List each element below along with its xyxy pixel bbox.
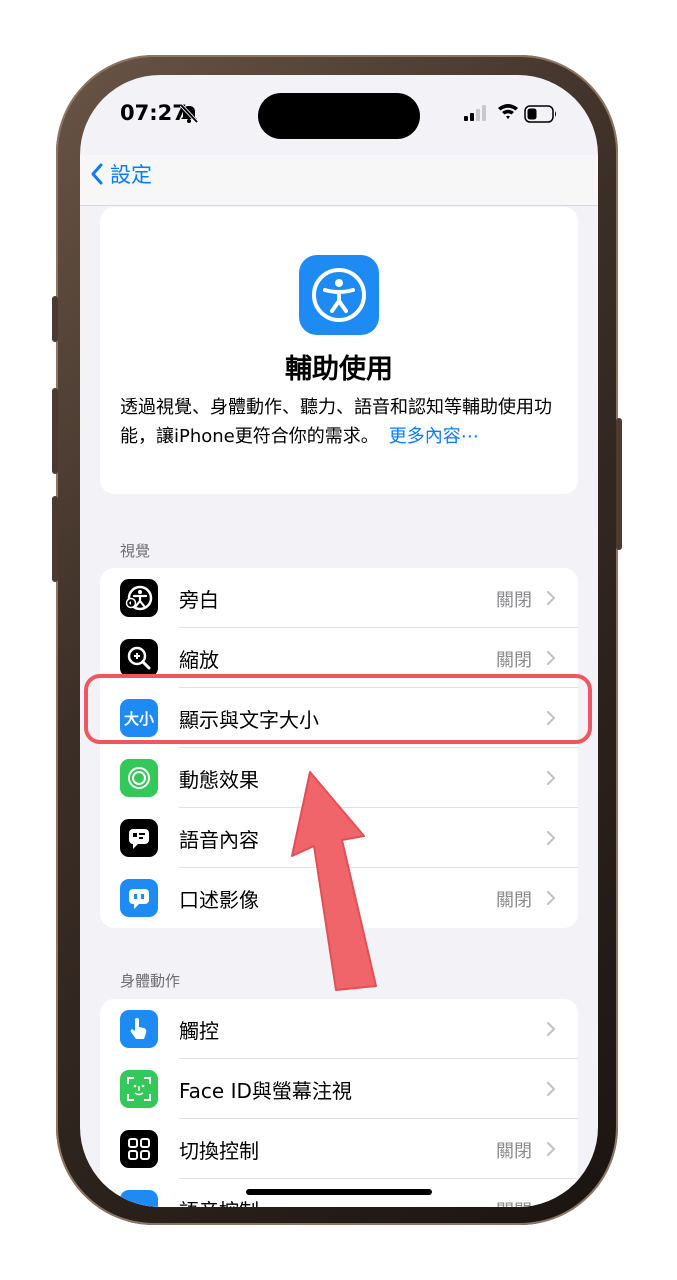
power-button [616,418,622,550]
chevron-right-icon [546,830,556,846]
cellular-signal-icon [464,105,486,121]
row-value: 關閉 [496,590,532,611]
chevron-right-icon [546,1201,554,1207]
action-button [52,296,58,342]
accessibility-hero-card: 輔助使用 透過視覺、身體動作、聽力、語音和認知等輔助使用功能，讓iPhone更符… [100,207,578,494]
row-label: 動態效果 [179,768,259,792]
page-title: 輔助使用 [285,354,393,385]
row-label: 語音控制 [179,1195,259,1207]
physical-group: 觸控 Face ID與螢幕注視 切換控制 關閉 語音控制 關閉 [100,999,578,1207]
chevron-right-icon [546,1021,556,1037]
row-label: 語音內容 [179,828,259,852]
spoken-content-icon [120,819,158,857]
status-time: 07:27 [120,101,187,125]
row-value: 關閉 [496,650,532,671]
hero-description: 透過視覺、身體動作、聽力、語音和認知等輔助使用功能，讓iPhone更符合你的需求… [120,393,564,451]
wifi-icon [498,104,518,119]
volume-down-button [52,496,58,582]
touch-hand-icon [120,1010,158,1048]
row-label: 觸控 [179,1019,219,1043]
voice-control-icon [120,1190,158,1207]
home-indicator [246,1189,432,1195]
volume-up-button [52,388,58,474]
row-value: 關閉 [496,890,532,911]
chevron-right-icon [546,890,556,906]
arrow-pointer-icon [291,771,377,991]
navigation-bar: 設定 [80,155,598,206]
switch-control-icon [120,1130,158,1168]
section-header-vision: 視覺 [120,542,151,560]
chevron-right-icon [546,590,556,606]
motion-icon [120,759,158,797]
chevron-right-icon [546,1141,556,1157]
row-label: 口述影像 [179,888,259,912]
row-label: 縮放 [179,648,219,672]
chevron-left-icon [91,163,103,185]
accessibility-person-icon [312,268,366,322]
back-button[interactable]: 設定 [90,159,152,189]
face-id-icon [120,1070,158,1108]
hero-description-text: 透過視覺、身體動作、聽力、語音和認知等輔助使用功能，讓iPhone更符合你的需求… [120,397,552,447]
row-voiceover[interactable]: 旁白 關閉 [100,568,578,628]
row-label: 旁白 [179,588,219,612]
screen: 07:27 設定 輔助使用 透過視覺、身體動作、聽力、語音和認知等輔助使用功能，… [80,75,598,1207]
row-face-id-attention[interactable]: Face ID與螢幕注視 [100,1059,578,1119]
highlight-box [84,674,592,744]
section-header-physical: 身體動作 [120,972,181,990]
audio-description-icon [120,879,158,917]
row-switch-control[interactable]: 切換控制 關閉 [100,1119,578,1179]
row-touch[interactable]: 觸控 [100,999,578,1059]
row-label: Face ID與螢幕注視 [179,1079,352,1103]
chevron-right-icon [546,1081,556,1097]
back-button-label: 設定 [110,163,152,187]
row-label: 切換控制 [179,1139,259,1163]
battery-icon [524,105,556,123]
zoom-icon [120,639,158,677]
chevron-right-icon [546,770,556,786]
row-value: 關閉 [496,1197,532,1207]
more-link[interactable]: 更多內容⋯ [389,426,479,447]
status-bar: 07:27 [80,75,598,155]
dynamic-island [258,93,420,139]
bell-slash-icon [179,103,199,124]
chevron-right-icon [546,650,556,666]
voiceover-icon [120,579,158,617]
row-value: 關閉 [496,1141,532,1162]
accessibility-app-icon [299,255,379,335]
